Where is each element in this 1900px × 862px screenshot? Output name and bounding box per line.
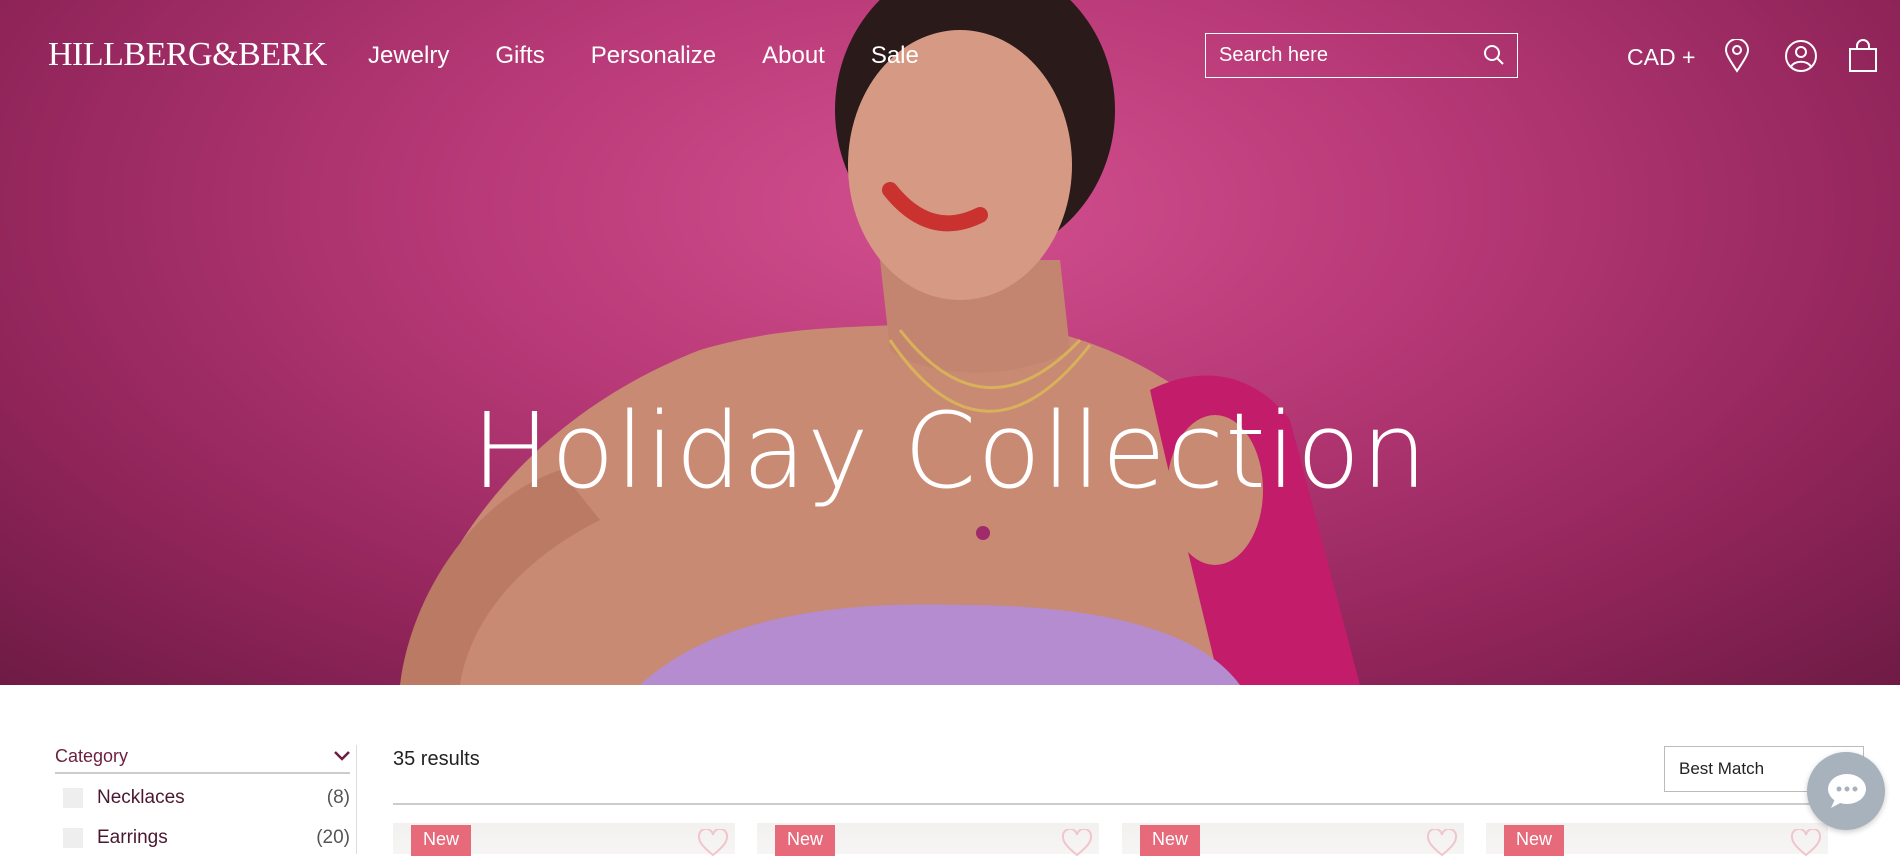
new-badge: New [775, 825, 836, 856]
filter-panel: Category Necklaces (8) Earrings (20) [55, 740, 350, 854]
chevron-down-icon [334, 751, 350, 761]
checkbox[interactable] [63, 828, 83, 848]
wishlist-heart-icon[interactable] [1790, 827, 1822, 862]
filter-option-earrings[interactable]: Earrings (20) [55, 822, 350, 854]
product-card[interactable]: New [1486, 823, 1828, 857]
location-pin-icon[interactable] [1724, 38, 1750, 78]
shopping-bag-icon[interactable] [1848, 39, 1878, 78]
category-filter-header[interactable]: Category [55, 740, 350, 774]
filter-option-count: (8) [326, 787, 350, 808]
nav-personalize[interactable]: Personalize [591, 42, 716, 70]
new-badge: New [411, 825, 472, 856]
nav-sale[interactable]: Sale [871, 42, 919, 70]
brand-logo[interactable]: HILLBERG&BERK [48, 36, 327, 74]
nav-gifts[interactable]: Gifts [495, 42, 544, 70]
search-box [1205, 33, 1518, 78]
main-nav: Jewelry Gifts Personalize About Sale [368, 42, 919, 70]
category-label: Category [55, 745, 129, 766]
filter-option-label: Earrings [97, 827, 168, 848]
filter-divider [356, 745, 357, 854]
site-header: HILLBERG&BERK Jewelry Gifts Personalize … [0, 0, 1900, 115]
filter-option-count: (20) [316, 827, 350, 848]
filter-option-necklaces[interactable]: Necklaces (8) [55, 782, 350, 814]
results-divider [393, 803, 1863, 805]
nav-jewelry[interactable]: Jewelry [368, 42, 449, 70]
filter-option-label: Necklaces [97, 787, 185, 808]
currency-selector[interactable]: CAD + [1627, 44, 1695, 71]
hero-title: Holiday Collection [471, 390, 1429, 512]
chat-bubble-icon [1828, 774, 1866, 808]
account-icon[interactable] [1784, 39, 1818, 78]
new-badge: New [1504, 825, 1565, 856]
search-input[interactable] [1206, 43, 1481, 68]
search-icon[interactable] [1483, 44, 1505, 71]
product-card[interactable]: New [1122, 823, 1464, 857]
product-card[interactable]: New [757, 823, 1099, 857]
new-badge: New [1140, 825, 1201, 856]
results-count: 35 results [393, 748, 480, 770]
chat-button[interactable] [1807, 752, 1885, 830]
checkbox[interactable] [63, 788, 83, 808]
product-card[interactable]: New [393, 823, 735, 857]
nav-about[interactable]: About [762, 42, 825, 70]
wishlist-heart-icon[interactable] [1426, 827, 1458, 862]
wishlist-heart-icon[interactable] [697, 827, 729, 862]
wishlist-heart-icon[interactable] [1061, 827, 1093, 862]
